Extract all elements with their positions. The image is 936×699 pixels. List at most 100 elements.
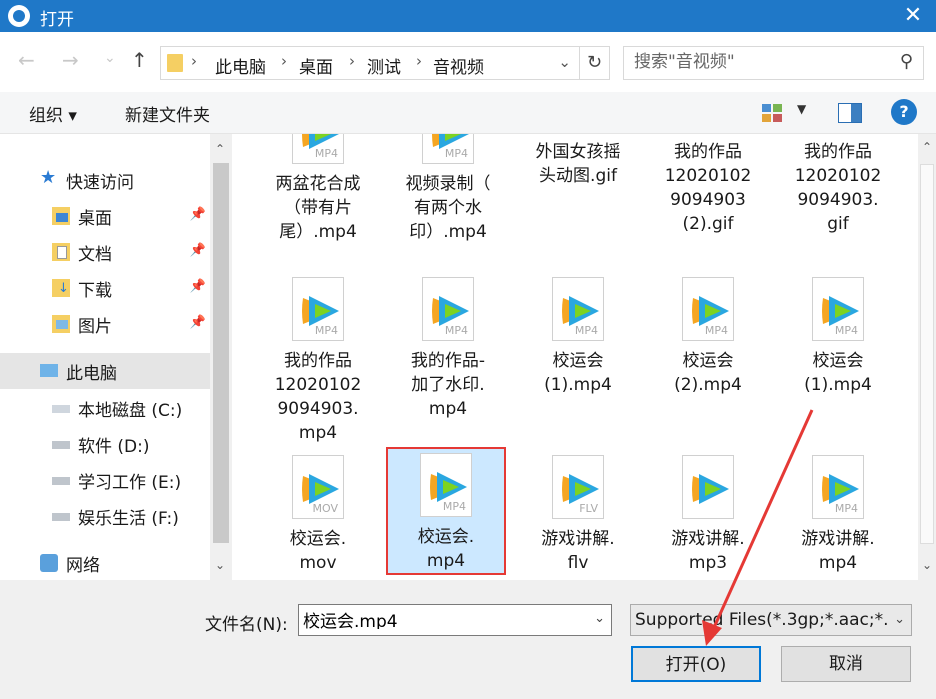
navigation-scrollbar[interactable]: ⌃ ⌄ <box>210 134 232 580</box>
file-item[interactable]: MP4 我的作品- 加了水印. mp4 <box>388 271 508 421</box>
sidebar-item-desktop[interactable]: 桌面 📌 <box>52 198 206 234</box>
file-item[interactable]: MOV 校运会. mov <box>258 449 378 575</box>
file-item[interactable]: MP4 游戏讲解. mp4 <box>778 449 898 575</box>
file-item[interactable]: MP4 我的作品 12020102 9094903. mp4 <box>258 271 378 445</box>
document-icon: MOV <box>292 455 344 519</box>
file-name-line: 两盆花合成 <box>275 174 361 194</box>
new-folder-button[interactable]: 新建文件夹 <box>125 101 210 126</box>
file-extension-tag: MP4 <box>574 324 598 337</box>
cancel-button[interactable]: 取消 <box>781 646 911 682</box>
file-item[interactable]: 外国女孩摇 头动图.gif <box>518 134 638 188</box>
file-name-line: 视频录制（ <box>405 174 491 194</box>
file-name-line: 校运会 <box>682 351 734 371</box>
file-extension-tag: MOV <box>312 502 338 515</box>
back-arrow-icon[interactable]: ← <box>18 48 35 72</box>
file-item[interactable]: 我的作品 12020102 9094903. gif <box>778 134 898 236</box>
sidebar-item-quick-access[interactable]: ★ 快速访问 <box>40 162 200 198</box>
sidebar-item-documents[interactable]: 文档 📌 <box>52 234 206 270</box>
video-player-icon <box>432 296 469 326</box>
file-name-line: 游戏讲解. <box>671 529 745 549</box>
file-item[interactable]: MP4 两盆花合成 （带有片 尾）.mp4 <box>258 134 378 244</box>
file-extension-tag: MP4 <box>314 324 338 337</box>
address-bar[interactable]: › 此电脑 › 桌面 › 测试 › 音视频 ⌄ ↻ <box>160 46 610 80</box>
file-name-line: (1).mp4 <box>804 375 872 395</box>
sidebar-item-drive-c[interactable]: 本地磁盘 (C:) <box>52 390 206 426</box>
file-item[interactable]: MP4 校运会 (1).mp4 <box>778 271 898 397</box>
file-name-line: 加了水印. <box>411 375 485 395</box>
document-icon: MP4 <box>812 277 864 341</box>
file-item-selected[interactable]: MP4 校运会. mp4 <box>386 447 506 575</box>
document-icon <box>682 455 734 519</box>
search-icon[interactable]: ⚲ <box>900 51 913 72</box>
navigation-pane: ★ 快速访问 桌面 📌 文档 📌 ↓ 下载 📌 图片 📌 此电脑 本地磁盘 (C… <box>0 134 232 580</box>
chevron-right-icon: › <box>191 52 197 70</box>
scrollbar-thumb[interactable] <box>920 164 934 544</box>
video-player-icon <box>430 472 467 502</box>
file-name-line: 9094903. <box>277 399 359 419</box>
file-thumbnail: MP4 <box>808 277 868 343</box>
window-title: 打开 <box>40 10 74 30</box>
scroll-up-icon[interactable]: ⌃ <box>922 140 932 154</box>
pin-icon[interactable]: 📌 <box>190 315 206 330</box>
document-icon: MP4 <box>292 277 344 341</box>
chevron-down-icon[interactable]: ⌄ <box>558 53 571 71</box>
file-thumbnail: FLV <box>548 455 608 521</box>
filename-combobox[interactable]: ⌄ <box>298 604 612 636</box>
search-input[interactable] <box>634 52 884 72</box>
video-player-icon <box>822 474 859 504</box>
forward-arrow-icon[interactable]: → <box>62 48 79 72</box>
chevron-down-icon[interactable]: ⌄ <box>594 611 605 626</box>
organize-button[interactable]: 组织 ▾ <box>29 101 77 126</box>
recent-locations-icon[interactable]: ⌄ <box>104 50 116 66</box>
file-item[interactable]: MP4 校运会 (2).mp4 <box>648 271 768 397</box>
scrollbar-thumb[interactable] <box>213 163 229 543</box>
file-item[interactable]: MP4 视频录制（ 有两个水 印）.mp4 <box>388 134 508 244</box>
pin-icon[interactable]: 📌 <box>190 279 206 294</box>
file-thumbnail: MOV <box>288 455 348 521</box>
scroll-down-icon[interactable]: ⌄ <box>215 558 225 572</box>
file-item[interactable]: FLV 游戏讲解. flv <box>518 449 638 575</box>
filename-input[interactable] <box>303 609 583 629</box>
breadcrumb-test[interactable]: 测试 <box>367 53 401 78</box>
file-thumbnail: MP4 <box>678 277 738 343</box>
sidebar-item-network[interactable]: 网络 <box>40 545 200 581</box>
preview-pane-icon[interactable] <box>838 103 862 123</box>
drive-icon <box>52 441 70 449</box>
breadcrumb-desktop[interactable]: 桌面 <box>299 53 333 78</box>
help-icon[interactable]: ? <box>891 99 917 125</box>
chevron-down-icon[interactable]: ⌄ <box>891 612 905 627</box>
pin-icon[interactable]: 📌 <box>190 243 206 258</box>
video-player-icon <box>562 474 599 504</box>
sidebar-item-drive-f[interactable]: 娱乐生活 (F:) <box>52 498 206 534</box>
view-dropdown-icon[interactable]: ▼ <box>797 102 806 116</box>
sidebar-item-drive-e[interactable]: 学习工作 (E:) <box>52 462 206 498</box>
view-options-icon[interactable] <box>762 104 782 122</box>
file-type-select[interactable]: Supported Files(*.3gp;*.aac;*. ⌄ <box>630 604 912 636</box>
up-arrow-icon[interactable]: ↑ <box>131 48 148 72</box>
sidebar-item-downloads[interactable]: ↓ 下载 📌 <box>52 270 206 306</box>
close-button[interactable]: ✕ <box>890 0 936 32</box>
open-button[interactable]: 打开(O) <box>631 646 761 682</box>
sidebar-item-pictures[interactable]: 图片 📌 <box>52 306 206 342</box>
file-name-line: 12020102 <box>274 375 362 395</box>
search-box[interactable]: ⚲ <box>623 46 924 80</box>
scroll-up-icon[interactable]: ⌃ <box>215 142 225 156</box>
file-name-line: 游戏讲解. <box>801 529 875 549</box>
document-icon: MP4 <box>682 277 734 341</box>
file-item[interactable]: 我的作品 12020102 9094903 (2).gif <box>648 134 768 236</box>
refresh-icon[interactable]: ↻ <box>579 47 609 79</box>
file-list-scrollbar[interactable]: ⌃ ⌄ <box>918 134 936 580</box>
pin-icon[interactable]: 📌 <box>190 207 206 222</box>
file-name-line: 校运会. <box>417 527 475 547</box>
file-name-line: mp3 <box>688 553 728 573</box>
breadcrumb-this-pc[interactable]: 此电脑 <box>215 53 266 78</box>
file-item[interactable]: MP4 校运会 (1).mp4 <box>518 271 638 397</box>
sidebar-item-drive-d[interactable]: 软件 (D:) <box>52 426 206 462</box>
file-item[interactable]: 游戏讲解. mp3 <box>648 449 768 575</box>
scroll-down-icon[interactable]: ⌄ <box>922 558 932 572</box>
documents-folder-icon <box>52 243 70 261</box>
sidebar-item-this-pc[interactable]: 此电脑 <box>0 353 210 389</box>
file-name-line: 我的作品 <box>284 351 352 371</box>
breadcrumb-audio-video[interactable]: 音视频 <box>433 53 484 78</box>
file-name-line: 12020102 <box>664 166 752 186</box>
